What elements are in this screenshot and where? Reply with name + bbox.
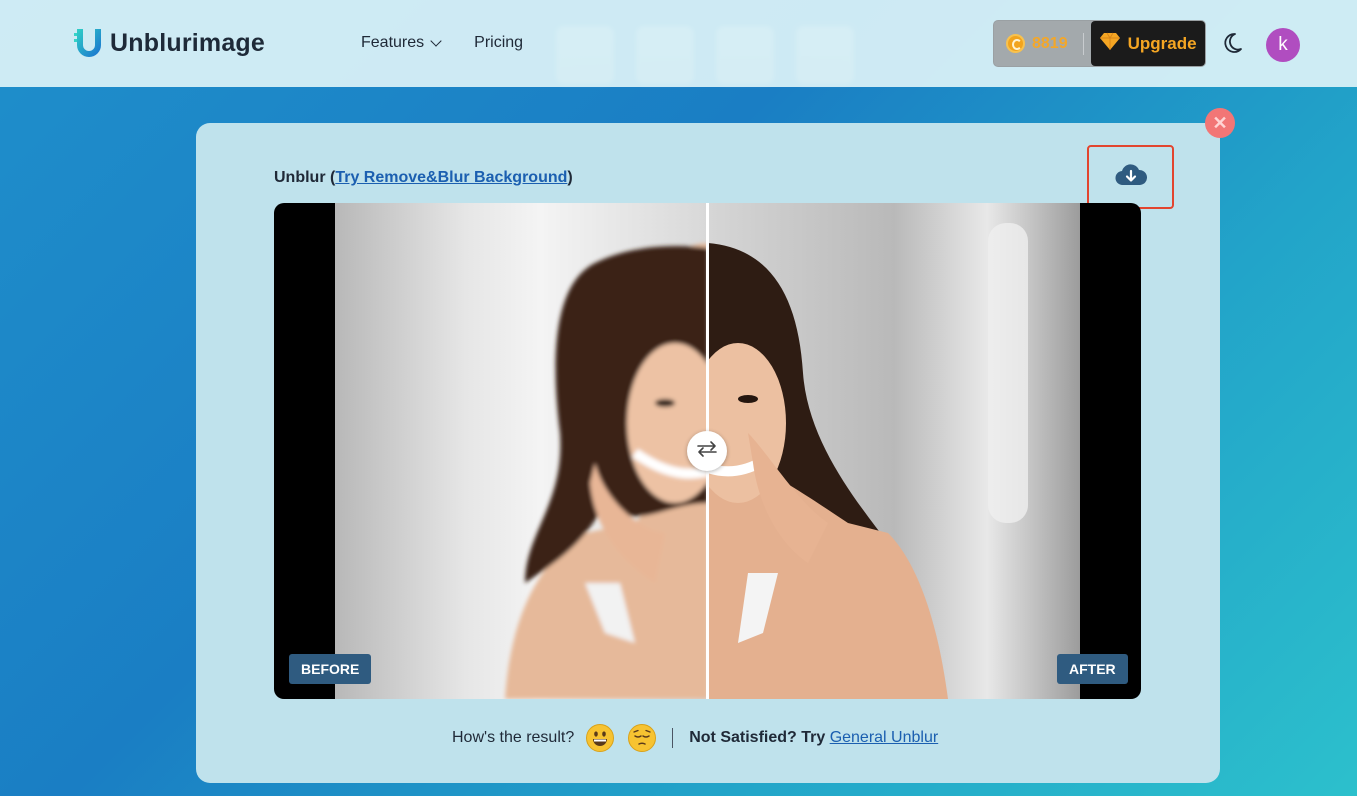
logo-mark-icon [74, 27, 104, 59]
avatar[interactable]: k [1266, 28, 1300, 62]
cloud-download-icon [1114, 163, 1147, 191]
not-satisfied-text: Not Satisfied? Try General Unblur [689, 729, 938, 747]
nav-pricing[interactable]: Pricing [474, 34, 523, 52]
before-image [335, 203, 708, 699]
moon-icon[interactable] [1221, 31, 1245, 55]
before-after-viewer[interactable]: BEFORE AFTER [274, 203, 1141, 699]
nav-pricing-label: Pricing [474, 34, 524, 51]
brand-logo[interactable]: Unblurimage [74, 27, 265, 59]
swap-button[interactable] [687, 431, 727, 471]
title-suffix: ) [567, 169, 573, 186]
card-title: Unblur (Try Remove&Blur Background) [274, 169, 573, 187]
after-image [708, 203, 1080, 699]
result-card: Unblur (Try Remove&Blur Background) BEFO… [196, 123, 1220, 783]
brand-name: Unblurimage [110, 28, 265, 57]
chevron-down-icon [430, 35, 442, 47]
divider [1083, 32, 1085, 55]
not-satisfied-prefix: Not Satisfied? Try [689, 729, 830, 746]
nav-features-label: Features [361, 34, 425, 51]
feedback-bar: How's the result? Not Satisfied? Try Gen… [452, 723, 938, 753]
main-nav: Features Pricing [361, 34, 523, 52]
upgrade-button[interactable]: Upgrade [1091, 21, 1205, 66]
general-unblur-link[interactable]: General Unblur [830, 729, 939, 746]
credit-upgrade-group: 8819 Upgrade [993, 20, 1206, 67]
top-header: Unblurimage Features Pricing 8819 Upgrad… [0, 0, 1357, 87]
after-badge: AFTER [1057, 654, 1128, 684]
before-badge: BEFORE [289, 654, 372, 684]
diamond-icon [1099, 32, 1120, 55]
coin-icon [1006, 34, 1025, 53]
swap-arrows-icon [696, 440, 718, 463]
credit-balance[interactable]: 8819 [994, 34, 1083, 53]
nav-features[interactable]: Features [361, 34, 442, 52]
remove-blur-background-link[interactable]: Try Remove&Blur Background [335, 169, 567, 186]
close-icon: ✕ [1212, 113, 1228, 133]
download-button[interactable] [1087, 145, 1174, 209]
title-prefix: Unblur ( [274, 169, 336, 186]
close-button[interactable]: ✕ [1205, 108, 1235, 138]
feedback-question: How's the result? [452, 729, 575, 746]
credit-count: 8819 [1032, 34, 1068, 52]
divider [672, 728, 674, 748]
pensive-emoji-icon[interactable] [628, 724, 657, 752]
grinning-emoji-icon[interactable] [586, 724, 615, 752]
upgrade-label: Upgrade [1127, 33, 1197, 53]
